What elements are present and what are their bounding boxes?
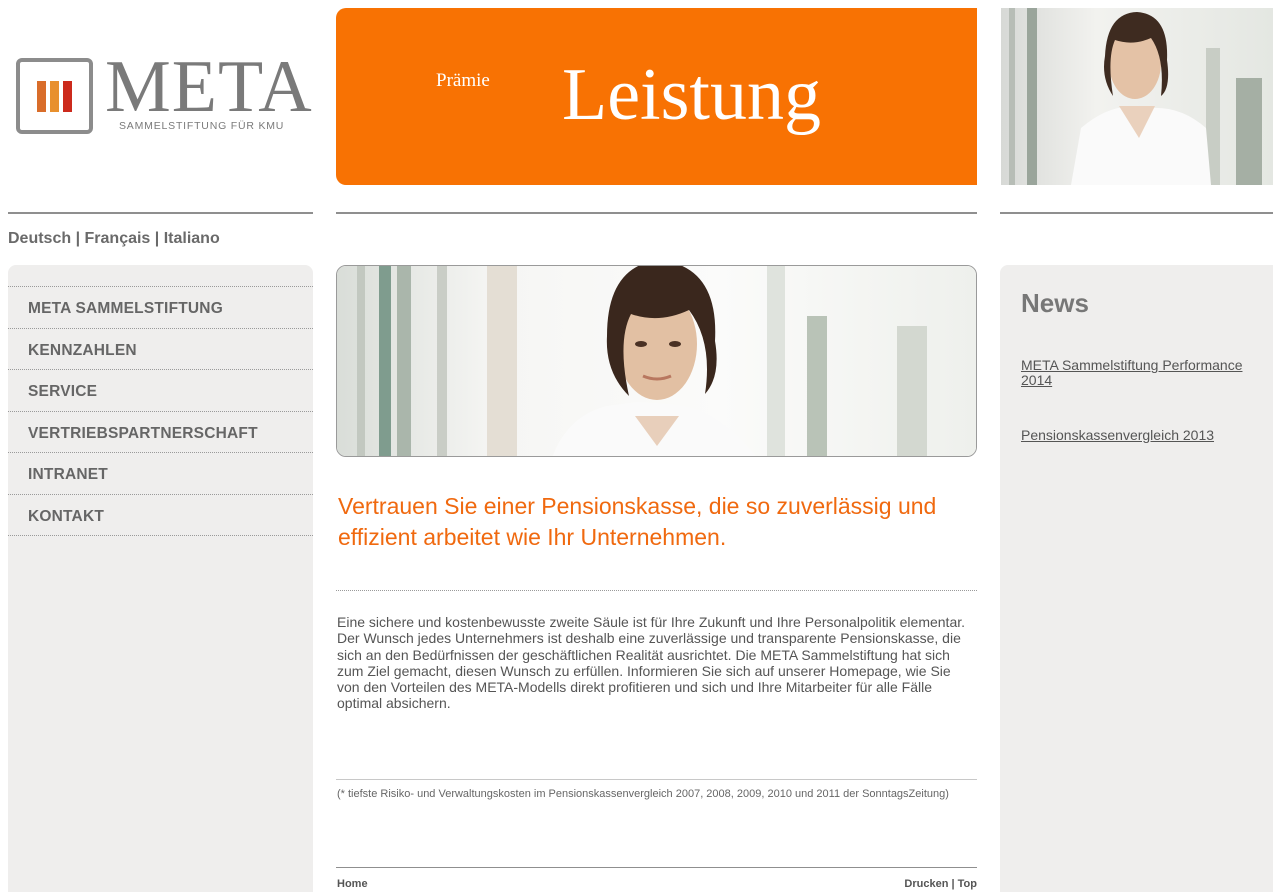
nav-item-meta-sammelstiftung[interactable]: META SAMMELSTIFTUNG [8, 287, 313, 329]
nav-item-intranet[interactable]: INTRANET [8, 453, 313, 495]
separator-line [8, 212, 313, 214]
separator-line [1000, 212, 1273, 214]
footer-divider [336, 867, 977, 868]
news-item-line: META Sammelstiftung Performance [1021, 357, 1243, 373]
news-sidebar: News META Sammelstiftung Performance 201… [1000, 265, 1273, 892]
news-item-vergleich-link[interactable]: Pensionskassenvergleich 2013 [1021, 428, 1214, 443]
logo-subtitle: SAMMELSTIFTUNG FÜR KMU [119, 120, 285, 132]
lang-francais-link[interactable]: Français [85, 230, 151, 247]
news-item-line: 2014 [1021, 372, 1053, 388]
footer-actions: Drucken | Top [860, 878, 977, 890]
news-item-line: Pensionskassenvergleich 2013 [1021, 427, 1215, 443]
logo-bar-icon [50, 81, 59, 112]
logo-emblem-icon [16, 58, 93, 134]
logo-wordmark: META [105, 46, 313, 128]
left-sidebar: META SAMMELSTIFTUNG KENNZAHLEN SERVICE V… [8, 265, 313, 892]
banner-big-text: Leistung [562, 54, 821, 136]
lang-italiano-link[interactable]: Italiano [164, 230, 220, 247]
intro-paragraph: Eine sichere und kostenbewusste zweite S… [337, 614, 966, 712]
news-heading: News [1021, 288, 1089, 318]
footnote-divider [336, 779, 977, 780]
meta-logo[interactable]: META SAMMELSTIFTUNG FÜR KMU [16, 50, 312, 136]
footnote-text: (* tiefste Risiko- und Verwaltungskosten… [337, 788, 949, 800]
logo-bar-icon [63, 81, 72, 112]
lang-deutsch-link[interactable]: Deutsch [8, 230, 71, 247]
page-headline: Vertrauen Sie einer Pensionskasse, die s… [338, 493, 937, 550]
nav-item-kontakt[interactable]: KONTAKT [8, 495, 313, 536]
footer-separator: | [951, 878, 955, 890]
footer-home-link[interactable]: Home [337, 878, 368, 890]
nav-item-vertriebspartnerschaft[interactable]: VERTRIEBSPARTNERSCHAFT [8, 412, 313, 453]
footer-print-link[interactable]: Drucken [904, 878, 948, 890]
lang-separator: | [75, 230, 81, 247]
banner-small-text: Prämie [436, 70, 490, 91]
footer-top-link[interactable]: Top [958, 878, 977, 890]
nav-item-service[interactable]: SERVICE [8, 370, 313, 412]
main-navigation: META SAMMELSTIFTUNG KENNZAHLEN SERVICE V… [8, 286, 313, 536]
separator-line [336, 212, 977, 214]
header-banner: Prämie Leistung [336, 8, 977, 185]
nav-item-kennzahlen[interactable]: KENNZAHLEN [8, 329, 313, 370]
header-portrait-image [1001, 8, 1273, 185]
language-switcher: Deutsch | Français | Italiano [8, 230, 220, 248]
main-portrait-image [336, 265, 977, 457]
lang-separator: | [154, 230, 160, 247]
content-divider [336, 590, 977, 591]
logo-bar-icon [37, 81, 46, 112]
news-item-performance-link[interactable]: META Sammelstiftung Performance 2014 [1021, 358, 1242, 388]
